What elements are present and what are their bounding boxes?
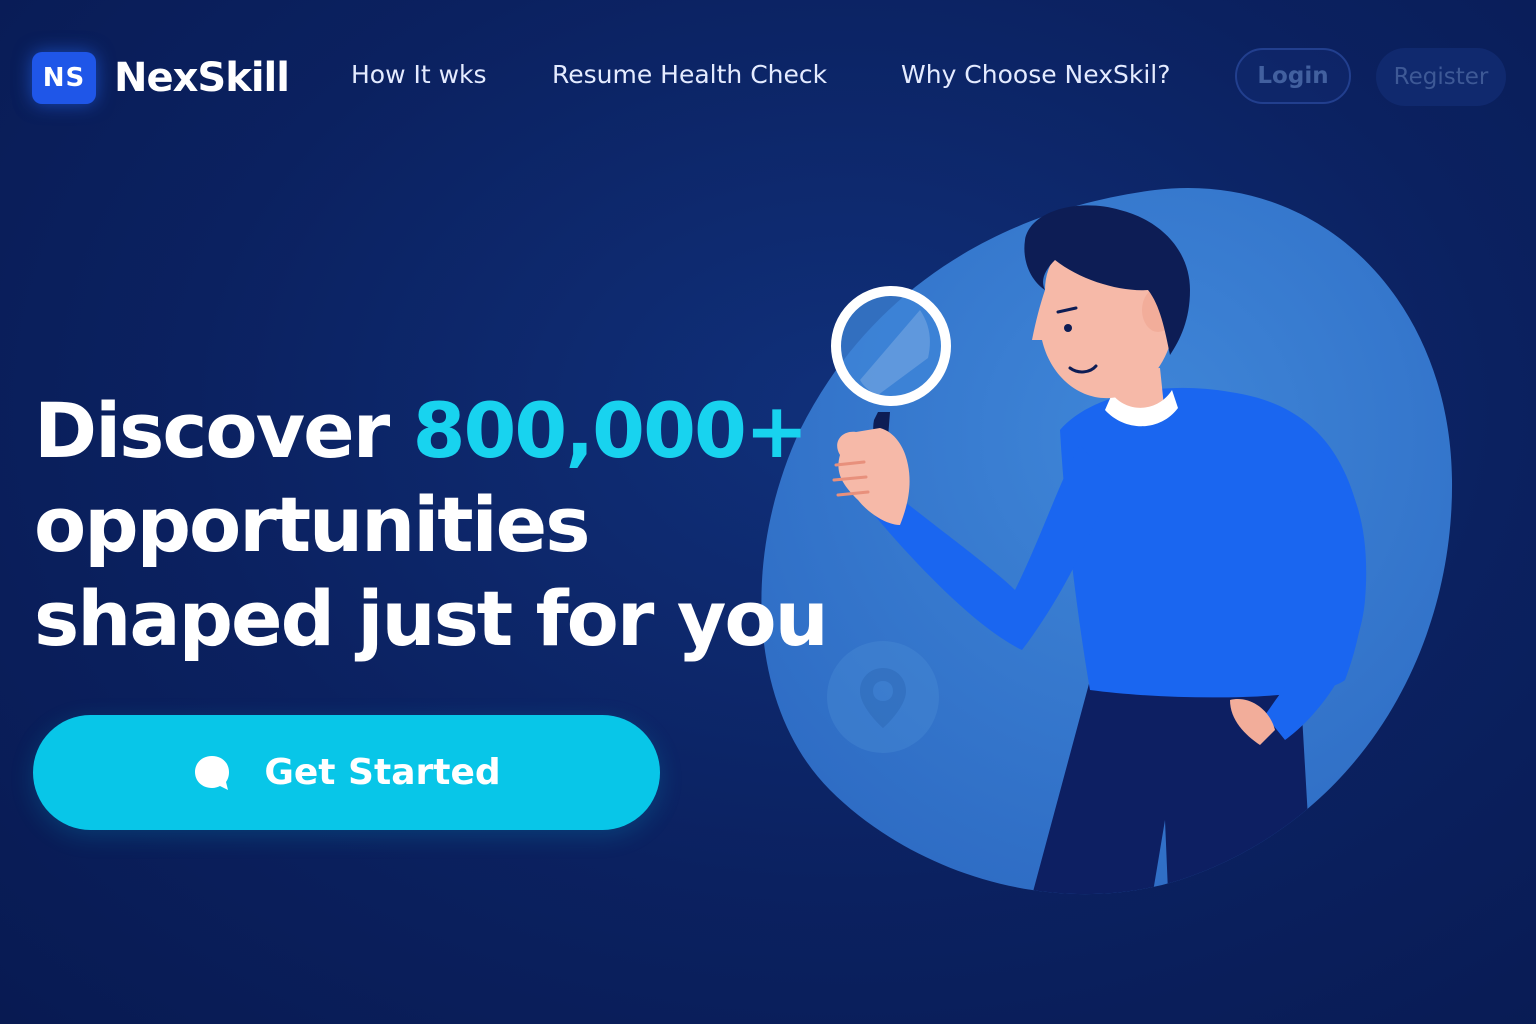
- headline-line2: opportunities: [34, 480, 590, 569]
- hero-illustration: [761, 187, 1453, 895]
- headline-part1: Discover: [34, 386, 413, 475]
- login-button[interactable]: Login: [1235, 48, 1351, 104]
- brand-logo[interactable]: NS NexSkill: [32, 52, 290, 104]
- register-button[interactable]: Register: [1376, 48, 1506, 106]
- chat-bubble-icon: [192, 753, 232, 793]
- get-started-button[interactable]: Get Started: [33, 715, 660, 830]
- headline-accent-number: 800,000+: [412, 386, 809, 475]
- site-header: NS NexSkill How It wks Resume Health Che…: [0, 0, 1536, 156]
- nav-link-why-choose[interactable]: Why Choose NexSkil?: [901, 60, 1171, 89]
- headline-line3: shaped just for you: [34, 574, 829, 663]
- brand-name: NexSkill: [114, 55, 290, 101]
- logo-badge: NS: [32, 52, 96, 104]
- nav-link-resume-health-check[interactable]: Resume Health Check: [552, 60, 827, 89]
- hero-headline: Discover 800,000+ opportunities shaped j…: [34, 384, 854, 666]
- nav-link-how-it-works[interactable]: How It wks: [351, 60, 487, 89]
- get-started-label: Get Started: [264, 752, 501, 793]
